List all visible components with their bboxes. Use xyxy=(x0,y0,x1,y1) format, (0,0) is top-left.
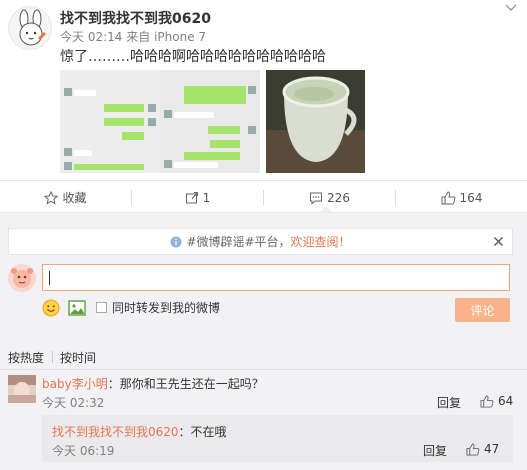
emoji-icon[interactable] xyxy=(42,299,60,317)
replier-name[interactable]: 找不到我找不到我0620 xyxy=(52,425,179,439)
post-source[interactable]: iPhone 7 xyxy=(154,30,206,44)
sort-by-time[interactable]: 按时间 xyxy=(60,349,96,366)
thumbs-up-icon xyxy=(466,442,480,456)
notice-link[interactable]: 欢迎查阅！ xyxy=(291,233,351,250)
post-source-prefix: 来自 xyxy=(126,30,151,44)
text-cursor xyxy=(49,271,50,285)
favorite-label: 收藏 xyxy=(62,191,87,205)
weibo-post: 找不到我找不到我0620 今天 02:14 来自 iPhone 7 惊了………哈… xyxy=(0,0,527,180)
favorite-button[interactable]: 收藏 xyxy=(0,181,131,214)
rumor-notice-bar: #微博辟谣#平台， 欢迎查阅！ xyxy=(8,228,513,255)
comment-reply-button[interactable]: 回复 xyxy=(437,394,461,411)
repost-count: 1 xyxy=(202,190,211,205)
repost-button[interactable]: 1 xyxy=(132,181,263,214)
commenter-name[interactable]: baby李小明 xyxy=(42,377,108,391)
info-icon xyxy=(170,236,182,247)
repost-checkbox[interactable] xyxy=(96,302,107,313)
post-action-bar: 收藏 1 226 164 xyxy=(0,180,527,213)
post-time[interactable]: 今天 02:14 xyxy=(60,30,122,44)
commenter-avatar[interactable] xyxy=(8,375,36,403)
post-image-chat-screenshot[interactable] xyxy=(60,70,260,173)
sort-divider-line xyxy=(0,369,527,370)
like-count: 164 xyxy=(459,190,483,205)
thumbs-up-icon xyxy=(441,190,455,204)
sort-by-hot[interactable]: 按热度 xyxy=(8,349,44,366)
reply-text: ：不在哦 xyxy=(178,425,227,439)
comment-input[interactable] xyxy=(42,264,510,291)
author-avatar[interactable] xyxy=(8,6,52,50)
reply-content: 找不到我找不到我0620：不在哦 xyxy=(52,423,227,440)
reply-time: 今天 06:19 xyxy=(52,444,115,458)
image-icon[interactable] xyxy=(68,299,86,317)
notice-text[interactable]: #微博辟谣#平台， xyxy=(186,233,290,250)
post-image-cup-photo[interactable] xyxy=(266,70,365,173)
comment-like-button[interactable]: 64 xyxy=(480,394,513,408)
reply-like-button[interactable]: 47 xyxy=(466,442,499,456)
active-tab-caret xyxy=(320,207,332,213)
chevron-down-icon[interactable] xyxy=(504,2,518,14)
comment-time: 今天 02:32 xyxy=(42,396,105,410)
reply-reply-button[interactable]: 回复 xyxy=(423,442,447,459)
sort-divider xyxy=(52,351,53,363)
comment-content: baby李小明：那你和王先生还在一起吗？ xyxy=(42,375,264,392)
comment-sort-bar: 按热度 按时间 xyxy=(0,345,527,369)
submit-comment-button[interactable]: 评论 xyxy=(455,298,510,322)
comment-count: 226 xyxy=(327,190,350,205)
reply-thread: 找不到我找不到我0620：不在哦 今天 06:19 回复 47 xyxy=(42,415,513,462)
post-text: 惊了………哈哈哈啊哈哈哈哈哈哈哈哈哈哈 xyxy=(60,49,326,65)
comment-like-count: 64 xyxy=(498,394,514,408)
star-icon xyxy=(44,190,59,205)
post-meta: 今天 02:14 来自 iPhone 7 xyxy=(60,28,206,45)
comment-icon xyxy=(310,192,323,205)
reply-like-count: 47 xyxy=(484,442,500,456)
repost-icon xyxy=(185,191,198,203)
repost-checkbox-label[interactable]: 同时转发到我的微博 xyxy=(112,299,220,316)
like-button[interactable]: 164 xyxy=(396,181,527,214)
thumbs-up-icon xyxy=(480,394,494,408)
current-user-avatar xyxy=(8,264,36,292)
comment-text: ：那你和王先生还在一起吗？ xyxy=(107,377,264,391)
author-name[interactable]: 找不到我找不到我0620 xyxy=(60,8,211,28)
close-icon[interactable] xyxy=(493,236,504,247)
